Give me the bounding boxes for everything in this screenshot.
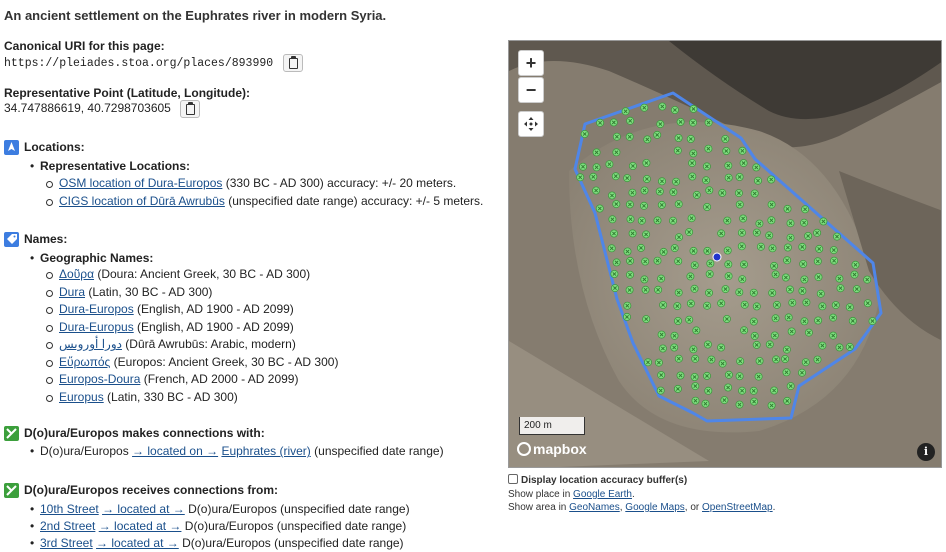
fullscreen-button[interactable] [518, 111, 544, 137]
list-item: Europus (Latin, 330 BC - AD 300) [4, 389, 504, 407]
name-link[interactable]: Εὔρωπός [59, 355, 110, 369]
show-place-line: Show place in Google Earth. [508, 489, 635, 500]
accuracy-buffer-checkbox[interactable] [508, 474, 518, 484]
relation-link[interactable]: → located at → [102, 502, 185, 516]
location-pin-icon [4, 140, 19, 156]
accuracy-buffer-toggle[interactable]: Display location accuracy buffer(s) [508, 474, 687, 486]
list-item: Europos-Doura (French, AD 2000 - AD 2099… [4, 371, 504, 389]
names-section: Names: Geographic Names: Δοῦρα (Doura: A… [4, 232, 504, 406]
connections-with-section: D(o)ura/Europos makes connections with: … [4, 426, 504, 458]
list-item: Εὔρωπός (Europos: Ancient Greek, 30 BC -… [4, 354, 504, 372]
repr-point-label: Representative Point (Latitude, Longitud… [4, 86, 251, 100]
repr-point-value: 34.747886619, 40.7298703605 [4, 101, 171, 116]
name-link[interactable]: Dura-Europos [59, 302, 134, 316]
list-item: Dura-Europos (English, AD 1900 - AD 2099… [4, 301, 504, 319]
list-item: Δοῦρα (Doura: Ancient Greek, 30 BC - AD … [4, 266, 504, 284]
copy-uri-button[interactable] [282, 54, 303, 72]
name-tag-icon [4, 232, 19, 248]
locations-title: Locations: [24, 140, 85, 154]
canonical-uri-row: https://pleiades.stoa.org/places/893990 [4, 54, 303, 72]
list-item: دورا أوروبس (Dūrā Awrubūs: Arabic, moder… [4, 336, 504, 354]
openstreetmap-link[interactable]: OpenStreetMap [702, 502, 773, 513]
copy-point-button[interactable] [180, 100, 201, 118]
name-link[interactable]: Δοῦρα [59, 267, 94, 281]
map-scale: 200 m [519, 417, 585, 435]
zoom-in-button[interactable]: + [518, 50, 544, 76]
representative-locations-label: Representative Locations: [40, 159, 191, 174]
name-link[interactable]: دورا أوروبس [59, 337, 122, 351]
list-item: 2nd Street → located at → D(o)ura/Europo… [4, 518, 504, 535]
connection-icon [4, 426, 19, 442]
clipboard-icon [186, 104, 196, 115]
canonical-uri-label: Canonical URI for this page: [4, 39, 165, 53]
list-item: CIGS location of Dūrā Awrubūs (unspecifi… [4, 193, 504, 211]
list-item: Dura (Latin, 30 BC - AD 300) [4, 284, 504, 302]
relation-link[interactable]: → located at → [96, 536, 179, 550]
map-info-button[interactable]: i [917, 443, 935, 461]
google-maps-link[interactable]: Google Maps [625, 502, 684, 513]
connection-target-link[interactable]: Euphrates (river) [221, 444, 310, 458]
connections-with-title: D(o)ura/Europos makes connections with: [24, 426, 265, 440]
relation-link[interactable]: → located at → [99, 519, 182, 533]
connection-icon [4, 483, 19, 499]
connections-from-list: 10th Street → located at → D(o)ura/Europ… [4, 501, 504, 552]
connections-from-title: D(o)ura/Europos receives connections fro… [24, 483, 279, 497]
satellite-map [509, 41, 941, 467]
name-link[interactable]: Dura [59, 285, 85, 299]
zoom-out-button[interactable]: − [518, 77, 544, 103]
connection-source-link[interactable]: 10th Street [40, 502, 99, 516]
names-list: Δοῦρα (Doura: Ancient Greek, 30 BC - AD … [4, 266, 504, 406]
list-item: D(o)ura/Europos → located on → Euphrates… [4, 444, 504, 458]
mapbox-icon [517, 442, 531, 456]
representative-point-marker [712, 252, 722, 262]
list-item: 3rd Street → located at → D(o)ura/Europo… [4, 535, 504, 552]
relation-link[interactable]: → located on → [132, 444, 218, 458]
location-link[interactable]: OSM location of Dura-Europos [59, 176, 222, 190]
geographic-names-label: Geographic Names: [40, 251, 154, 266]
geonames-link[interactable]: GeoNames [569, 502, 620, 513]
connection-source-link[interactable]: 2nd Street [40, 519, 95, 533]
list-item: OSM location of Dura-Europos (330 BC - A… [4, 175, 504, 193]
list-item: 10th Street → located at → D(o)ura/Europ… [4, 501, 504, 518]
name-link[interactable]: Europus [59, 390, 104, 404]
location-link[interactable]: CIGS location of Dūrā Awrubūs [59, 194, 225, 208]
place-description: An ancient settlement on the Euphrates r… [4, 8, 387, 23]
name-link[interactable]: Europos-Doura [59, 372, 140, 386]
name-link[interactable]: Dura-Europus [59, 320, 134, 334]
mapbox-logo: mapbox [517, 441, 587, 457]
move-arrows-icon [524, 117, 538, 131]
connection-source-link[interactable]: 3rd Street [40, 536, 93, 550]
names-title: Names: [24, 232, 68, 246]
show-area-line: Show area in GeoNames, Google Maps, or O… [508, 502, 776, 513]
map-view[interactable]: + − 200 m mapbox i [508, 40, 942, 468]
list-item: Dura-Europus (English, AD 1900 - AD 2099… [4, 319, 504, 337]
locations-section: Locations: Representative Locations: OSM… [4, 140, 504, 210]
google-earth-link[interactable]: Google Earth [573, 489, 632, 500]
canonical-uri-value: https://pleiades.stoa.org/places/893990 [4, 57, 274, 71]
repr-point-row: 34.747886619, 40.7298703605 [4, 100, 201, 118]
clipboard-icon [288, 58, 298, 69]
